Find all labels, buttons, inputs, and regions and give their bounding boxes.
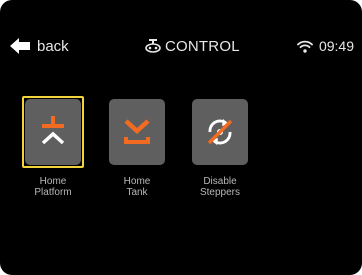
label-line: Home (123, 176, 151, 187)
back-arrow-icon (10, 38, 30, 54)
disable-steppers-button[interactable] (189, 96, 251, 174)
home-tank-icon (124, 119, 150, 144)
back-label: back (37, 37, 69, 55)
status-area: 09:49 (297, 36, 354, 56)
wifi-icon (297, 40, 313, 53)
home-tank-button[interactable] (106, 96, 168, 174)
back-button[interactable]: back (10, 36, 69, 56)
disable-steppers-label: Disable Steppers (180, 176, 260, 198)
page-title: CONTROL (145, 36, 240, 56)
label-line: Home (39, 176, 67, 187)
label-line: Disable (203, 176, 237, 187)
control-icon (145, 39, 161, 53)
tile-background (192, 99, 248, 165)
control-screen: back CONTROL 09:49 Home Platform Home Ta… (0, 0, 362, 275)
page-title-label: CONTROL (165, 37, 240, 55)
disable-steppers-icon (207, 119, 233, 145)
label-line: Tank (126, 187, 148, 198)
home-platform-button[interactable] (22, 96, 84, 174)
clock: 09:49 (318, 38, 354, 54)
tile-background (25, 99, 81, 165)
home-tank-label: Home Tank (97, 176, 177, 198)
top-bar: back CONTROL 09:49 (0, 0, 362, 55)
label-line: Platform (34, 187, 72, 198)
label-line: Steppers (199, 187, 241, 198)
home-platform-label: Home Platform (13, 176, 93, 198)
tile-background (109, 99, 165, 165)
home-platform-icon (41, 116, 65, 145)
